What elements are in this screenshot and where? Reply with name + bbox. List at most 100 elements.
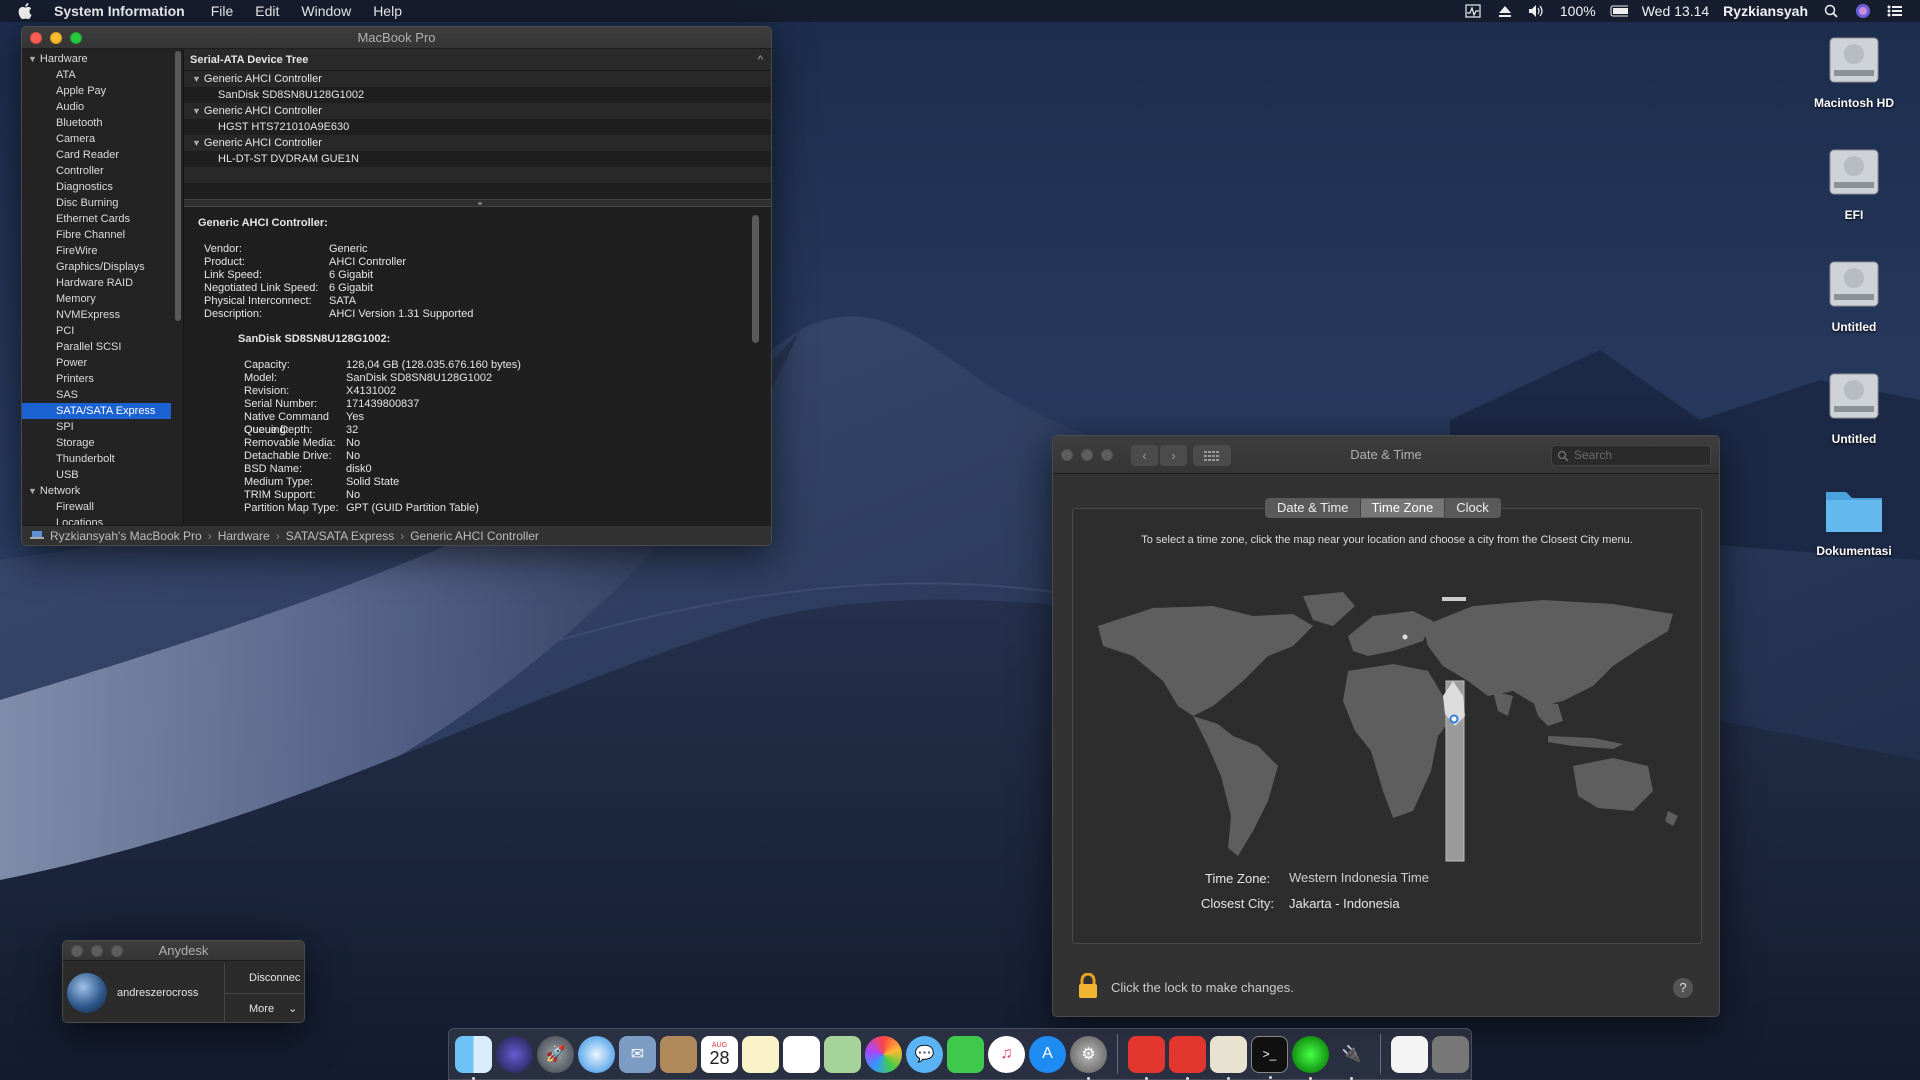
dock-finder-icon[interactable] bbox=[455, 1035, 492, 1080]
zoom-button[interactable] bbox=[70, 32, 82, 44]
tree-controller-row[interactable]: ▼ Generic AHCI Controller bbox=[184, 71, 771, 87]
sidebar-item-bluetooth[interactable]: Bluetooth bbox=[22, 115, 183, 131]
disconnect-button[interactable]: Disconnec bbox=[225, 963, 304, 993]
more-button[interactable]: More ⌄ bbox=[225, 993, 304, 1022]
path-item-controller[interactable]: Generic AHCI Controller bbox=[410, 526, 539, 546]
tree-device-row[interactable]: HGST HTS721010A9E630 bbox=[184, 119, 771, 135]
sidebar-item-thunderbolt[interactable]: Thunderbolt bbox=[22, 451, 183, 467]
sidebar-item-locations[interactable]: Locations bbox=[22, 515, 183, 525]
collapse-caret-icon[interactable]: ^ bbox=[758, 49, 763, 71]
sidebar-item-hardware-raid[interactable]: Hardware RAID bbox=[22, 275, 183, 291]
dock-notes-icon[interactable] bbox=[742, 1035, 779, 1073]
sidebar-item-fibre-channel[interactable]: Fibre Channel bbox=[22, 227, 183, 243]
activity-monitor-icon[interactable] bbox=[1464, 3, 1482, 19]
sidebar-item-memory[interactable]: Memory bbox=[22, 291, 183, 307]
sidebar-item-printers[interactable]: Printers bbox=[22, 371, 183, 387]
dock-facetime-icon[interactable] bbox=[947, 1035, 984, 1073]
sidebar-item-card-reader[interactable]: Card Reader bbox=[22, 147, 183, 163]
menu-file[interactable]: File bbox=[211, 3, 234, 19]
sidebar-item-graphics-displays[interactable]: Graphics/Displays bbox=[22, 259, 183, 275]
apple-menu-icon[interactable] bbox=[18, 2, 36, 20]
disclosure-triangle-icon[interactable]: ▼ bbox=[192, 106, 201, 116]
desktop-icon-dokumentasi[interactable]: Dokumentasi bbox=[1794, 478, 1914, 558]
tab-date-time[interactable]: Date & Time bbox=[1266, 499, 1361, 517]
minimize-button[interactable] bbox=[1081, 449, 1093, 461]
sidebar-section-hardware[interactable]: ▼ Hardware bbox=[22, 51, 183, 67]
dock-network-radar-icon[interactable] bbox=[1292, 1035, 1329, 1080]
sysinfo-titlebar[interactable]: MacBook Pro bbox=[22, 27, 771, 49]
menu-window[interactable]: Window bbox=[301, 3, 351, 19]
back-button[interactable]: ‹ bbox=[1131, 445, 1158, 466]
minimize-button[interactable] bbox=[91, 945, 103, 957]
sidebar-item-nvmexpress[interactable]: NVMExpress bbox=[22, 307, 183, 323]
dock-reminders-icon[interactable] bbox=[783, 1035, 820, 1073]
zoom-button[interactable] bbox=[1101, 449, 1113, 461]
detail-scrollbar[interactable] bbox=[752, 215, 759, 343]
dock-messages-icon[interactable]: 💬 bbox=[906, 1035, 943, 1073]
help-button[interactable]: ? bbox=[1673, 978, 1693, 998]
sidebar-item-pci[interactable]: PCI bbox=[22, 323, 183, 339]
dock-system-preferences-icon[interactable]: ⚙ bbox=[1070, 1035, 1107, 1080]
dock-safari-icon[interactable] bbox=[578, 1035, 615, 1073]
tree-controller-row[interactable]: ▼ Generic AHCI Controller bbox=[184, 135, 771, 151]
sidebar-item-ata[interactable]: ATA bbox=[22, 67, 183, 83]
dock-itunes-icon[interactable]: ♫ bbox=[988, 1035, 1025, 1073]
volume-icon[interactable] bbox=[1528, 3, 1546, 19]
dock-anydesk-icon[interactable] bbox=[1128, 1035, 1165, 1080]
dock-terminal-icon[interactable]: >_ bbox=[1251, 1035, 1288, 1079]
sidebar-item-sata-sata-express[interactable]: SATA/SATA Express bbox=[22, 403, 171, 419]
sidebar-item-firewall[interactable]: Firewall bbox=[22, 499, 183, 515]
tab-time-zone[interactable]: Time Zone bbox=[1360, 499, 1446, 517]
sidebar-item-usb[interactable]: USB bbox=[22, 467, 183, 483]
dock-trash-icon[interactable] bbox=[1432, 1035, 1469, 1073]
dock-siri-icon[interactable] bbox=[496, 1035, 533, 1073]
sidebar-item-parallel-scsi[interactable]: Parallel SCSI bbox=[22, 339, 183, 355]
dock-calendar-icon[interactable]: AUG 28 bbox=[701, 1035, 738, 1073]
dock-maps-icon[interactable] bbox=[824, 1035, 861, 1073]
sidebar-scrollbar[interactable] bbox=[175, 51, 181, 321]
sidebar-item-camera[interactable]: Camera bbox=[22, 131, 183, 147]
close-button[interactable] bbox=[71, 945, 83, 957]
tab-clock[interactable]: Clock bbox=[1445, 499, 1500, 517]
sidebar-item-storage[interactable]: Storage bbox=[22, 435, 183, 451]
siri-icon[interactable] bbox=[1854, 3, 1872, 19]
app-menu-system-information[interactable]: System Information bbox=[54, 3, 185, 19]
sidebar-item-ethernet-cards[interactable]: Ethernet Cards bbox=[22, 211, 183, 227]
zoom-button[interactable] bbox=[111, 945, 123, 957]
dock-system-information-icon[interactable]: 🔌 bbox=[1333, 1036, 1370, 1080]
path-item-hardware[interactable]: Hardware bbox=[218, 526, 270, 546]
menu-edit[interactable]: Edit bbox=[255, 3, 279, 19]
sidebar-item-sas[interactable]: SAS bbox=[22, 387, 183, 403]
dock-script-editor-icon[interactable] bbox=[1210, 1035, 1247, 1080]
sidebar-item-apple-pay[interactable]: Apple Pay bbox=[22, 83, 183, 99]
minimize-button[interactable] bbox=[50, 32, 62, 44]
tree-controller-row[interactable]: ▼ Generic AHCI Controller bbox=[184, 103, 771, 119]
closest-city-select[interactable]: Jakarta - Indonesia bbox=[1289, 896, 1400, 911]
battery-icon[interactable] bbox=[1610, 3, 1628, 19]
tree-device-row[interactable]: SanDisk SD8SN8U128G1002 bbox=[184, 87, 771, 103]
world-map[interactable] bbox=[1093, 586, 1683, 866]
sidebar-item-firewire[interactable]: FireWire bbox=[22, 243, 183, 259]
menu-clock[interactable]: Wed 13.14 bbox=[1642, 3, 1709, 19]
path-item-sata[interactable]: SATA/SATA Express bbox=[286, 526, 394, 546]
disclosure-triangle-icon[interactable]: ▼ bbox=[28, 54, 37, 64]
disclosure-triangle-icon[interactable]: ▼ bbox=[28, 486, 37, 496]
datetime-titlebar[interactable]: ‹ › Date & Time Search bbox=[1053, 436, 1719, 474]
dock-photos-icon[interactable] bbox=[865, 1035, 902, 1073]
desktop-icon-macintosh-hd[interactable]: Macintosh HD bbox=[1794, 30, 1914, 110]
dock-launchpad-icon[interactable]: 🚀 bbox=[537, 1035, 574, 1073]
dock-app-store-icon[interactable]: A bbox=[1029, 1035, 1066, 1073]
disclosure-triangle-icon[interactable]: ▼ bbox=[192, 74, 201, 84]
forward-button[interactable]: › bbox=[1160, 445, 1187, 466]
show-all-grid-icon[interactable] bbox=[1193, 445, 1231, 466]
anydesk-titlebar[interactable]: Anydesk bbox=[63, 941, 304, 961]
sidebar-section-network[interactable]: ▼ Network bbox=[22, 483, 183, 499]
path-item-machine[interactable]: Ryzkiansyah's MacBook Pro bbox=[50, 526, 202, 546]
sidebar-item-spi[interactable]: SPI bbox=[22, 419, 183, 435]
battery-percent[interactable]: 100% bbox=[1560, 3, 1596, 19]
sidebar-item-diagnostics[interactable]: Diagnostics bbox=[22, 179, 183, 195]
desktop-icon-untitled-1[interactable]: Untitled bbox=[1794, 254, 1914, 334]
dock-document-icon[interactable] bbox=[1391, 1035, 1428, 1073]
disclosure-triangle-icon[interactable]: ▼ bbox=[192, 138, 201, 148]
dock-mail-icon[interactable]: ✉ bbox=[619, 1035, 656, 1073]
